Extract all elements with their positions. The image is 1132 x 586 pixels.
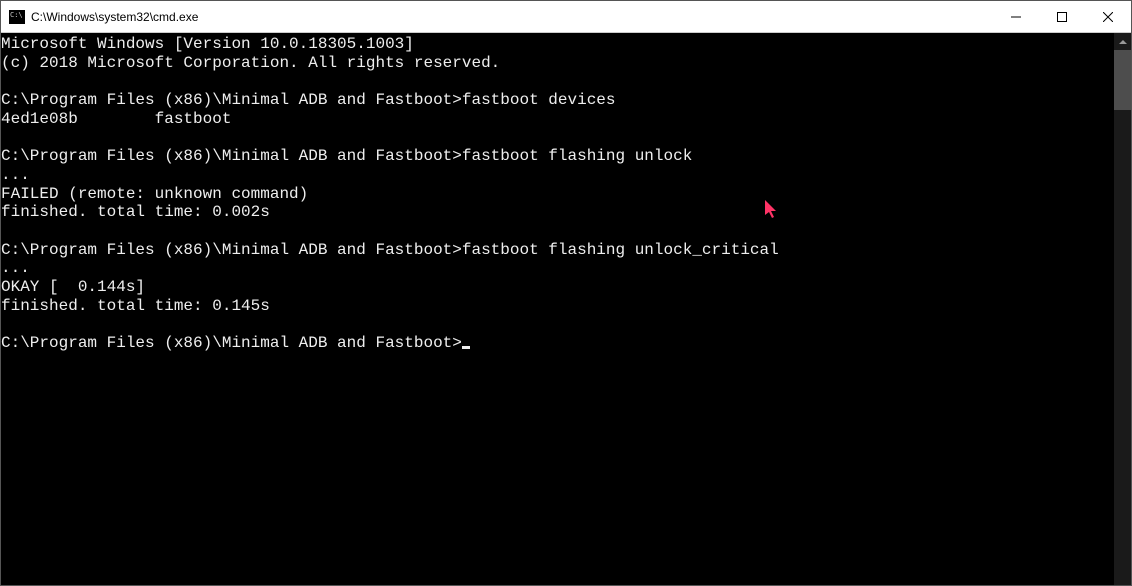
terminal-line bbox=[1, 222, 1114, 241]
terminal-line: Microsoft Windows [Version 10.0.18305.10… bbox=[1, 35, 1114, 54]
window-controls bbox=[993, 1, 1131, 32]
terminal-area: Microsoft Windows [Version 10.0.18305.10… bbox=[1, 33, 1131, 585]
terminal-line: (c) 2018 Microsoft Corporation. All righ… bbox=[1, 54, 1114, 73]
terminal-line bbox=[1, 72, 1114, 91]
terminal-line: 4ed1e08b fastboot bbox=[1, 110, 1114, 129]
terminal-line: OKAY [ 0.144s] bbox=[1, 278, 1114, 297]
terminal-line: finished. total time: 0.145s bbox=[1, 297, 1114, 316]
scroll-up-arrow[interactable] bbox=[1114, 33, 1131, 50]
scroll-thumb[interactable] bbox=[1114, 50, 1131, 110]
terminal-line: C:\Program Files (x86)\Minimal ADB and F… bbox=[1, 241, 1114, 260]
cmd-icon bbox=[9, 10, 25, 24]
maximize-button[interactable] bbox=[1039, 1, 1085, 33]
terminal-line: C:\Program Files (x86)\Minimal ADB and F… bbox=[1, 147, 1114, 166]
terminal-line bbox=[1, 316, 1114, 335]
terminal-line: FAILED (remote: unknown command) bbox=[1, 185, 1114, 204]
terminal-line: C:\Program Files (x86)\Minimal ADB and F… bbox=[1, 91, 1114, 110]
minimize-button[interactable] bbox=[993, 1, 1039, 33]
cmd-window: C:\Windows\system32\cmd.exe Microsoft Wi… bbox=[0, 0, 1132, 586]
terminal-output[interactable]: Microsoft Windows [Version 10.0.18305.10… bbox=[1, 33, 1114, 585]
text-cursor bbox=[462, 346, 470, 349]
terminal-line: ... bbox=[1, 259, 1114, 278]
window-title: C:\Windows\system32\cmd.exe bbox=[31, 10, 198, 24]
terminal-line bbox=[1, 129, 1114, 148]
terminal-line: finished. total time: 0.002s bbox=[1, 203, 1114, 222]
scrollbar[interactable] bbox=[1114, 33, 1131, 585]
terminal-line: C:\Program Files (x86)\Minimal ADB and F… bbox=[1, 334, 1114, 353]
close-button[interactable] bbox=[1085, 1, 1131, 33]
titlebar[interactable]: C:\Windows\system32\cmd.exe bbox=[1, 1, 1131, 33]
terminal-line: ... bbox=[1, 166, 1114, 185]
